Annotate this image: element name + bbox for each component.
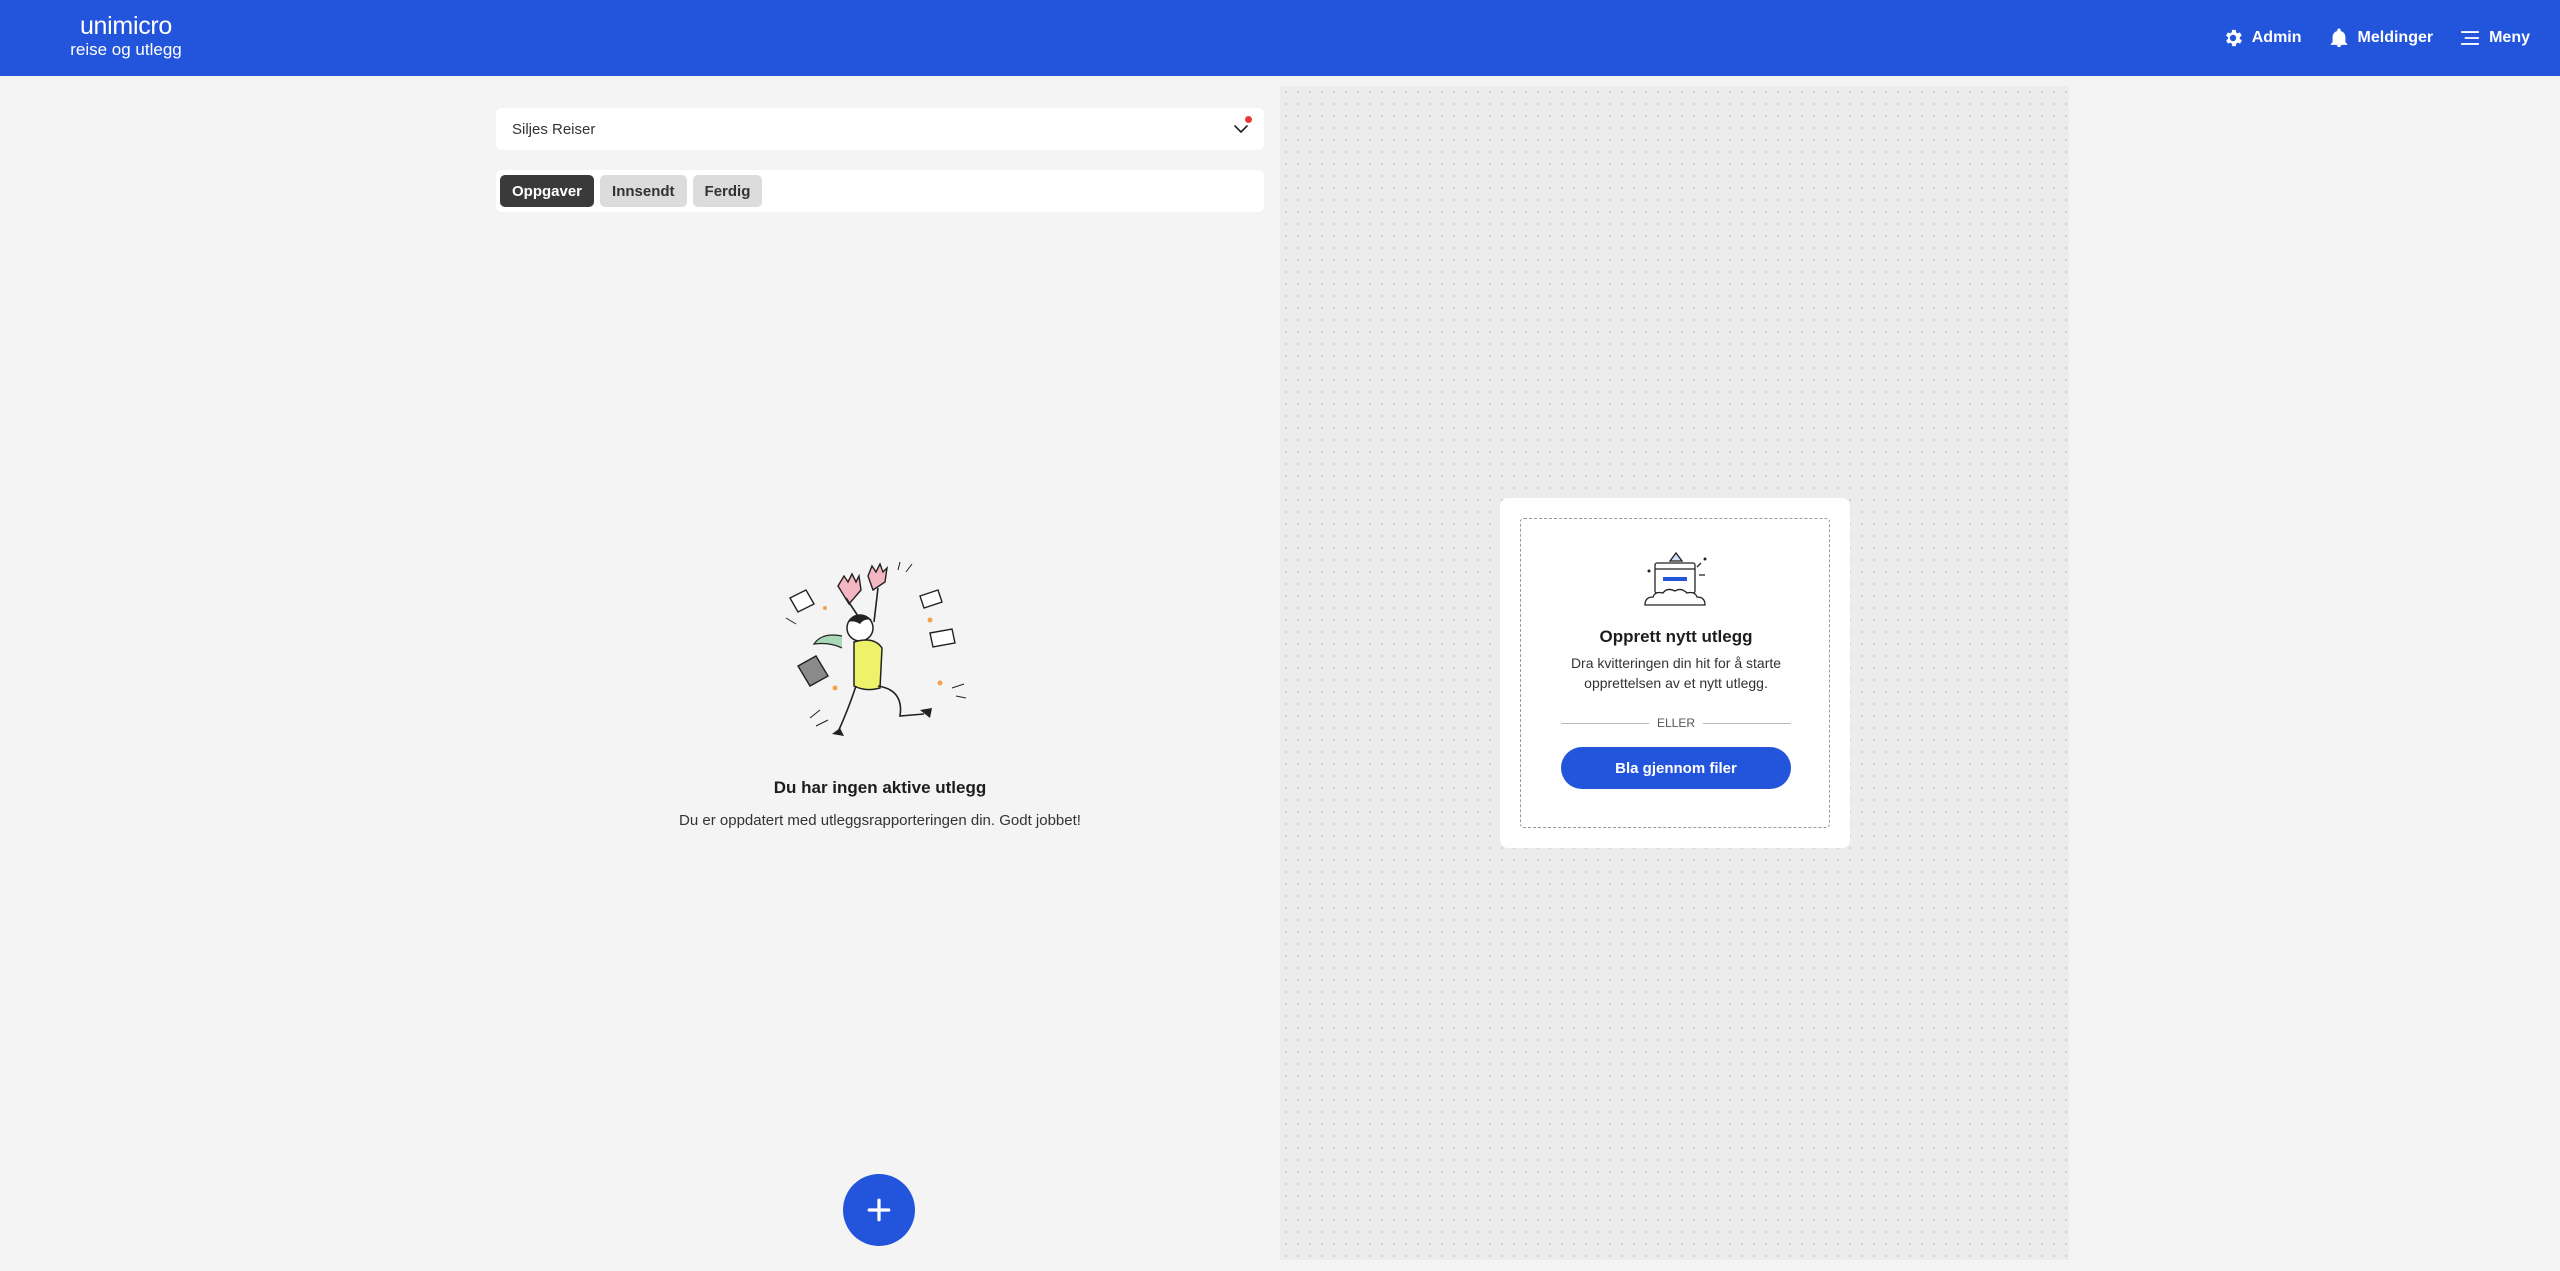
notifications-button[interactable]: Meldinger bbox=[2328, 27, 2434, 49]
logo-brand-text: unimicro bbox=[79, 12, 173, 40]
admin-button[interactable]: Admin bbox=[2222, 27, 2302, 49]
header-nav: Admin Meldinger Meny bbox=[2222, 0, 2530, 76]
gear-icon bbox=[2225, 29, 2242, 47]
admin-label: Admin bbox=[2251, 29, 2302, 46]
create-expense-description: Dra kvitteringen din hit for å starte op… bbox=[1570, 655, 1782, 691]
menu-icon bbox=[2460, 31, 2480, 45]
or-divider: ELLER bbox=[1561, 715, 1791, 731]
tab-innsendt[interactable]: Innsendt bbox=[600, 175, 687, 207]
notification-dot bbox=[1245, 116, 1252, 123]
trip-select[interactable]: Siljes Reiser bbox=[496, 108, 1264, 150]
tab-oppgaver[interactable]: Oppgaver bbox=[500, 175, 595, 207]
status-tabs: Oppgaver Innsendt Ferdig bbox=[496, 170, 1264, 212]
tab-ferdig[interactable]: Ferdig bbox=[692, 175, 763, 207]
divider-line-left bbox=[1561, 723, 1649, 724]
browse-files-button[interactable]: Bla gjennom filer bbox=[1561, 747, 1791, 789]
empty-state-title: Du har ingen aktive utlegg bbox=[773, 778, 987, 797]
create-expense-card: Opprett nytt utlegg Dra kvitteringen din… bbox=[1500, 498, 1850, 848]
logo-product-text: reise og utlegg bbox=[70, 40, 182, 59]
drop-target-area[interactable]: Opprett nytt utlegg Dra kvitteringen din… bbox=[1520, 518, 1830, 828]
create-expense-title: Opprett nytt utlegg bbox=[1599, 627, 1753, 646]
receipt-upload-illustration bbox=[1644, 551, 1707, 606]
plus-icon bbox=[867, 1198, 891, 1222]
celebration-illustration bbox=[785, 561, 967, 736]
notifications-label: Meldinger bbox=[2357, 29, 2434, 46]
unimicro-logo[interactable]: unimicro reise og utlegg bbox=[66, 14, 186, 62]
menu-label: Meny bbox=[2489, 29, 2530, 46]
menu-button[interactable]: Meny bbox=[2459, 27, 2530, 49]
top-navigation-bar: unimicro reise og utlegg Admin Meldinger… bbox=[0, 0, 2560, 76]
bell-icon bbox=[2330, 28, 2347, 48]
trip-select-value: Siljes Reiser bbox=[512, 120, 596, 138]
divider-line-right bbox=[1703, 723, 1791, 724]
add-expense-button[interactable] bbox=[843, 1174, 915, 1246]
empty-state-subtitle: Du er oppdatert med utleggsrapporteringe… bbox=[679, 812, 1081, 829]
or-label: ELLER bbox=[1656, 716, 1696, 730]
